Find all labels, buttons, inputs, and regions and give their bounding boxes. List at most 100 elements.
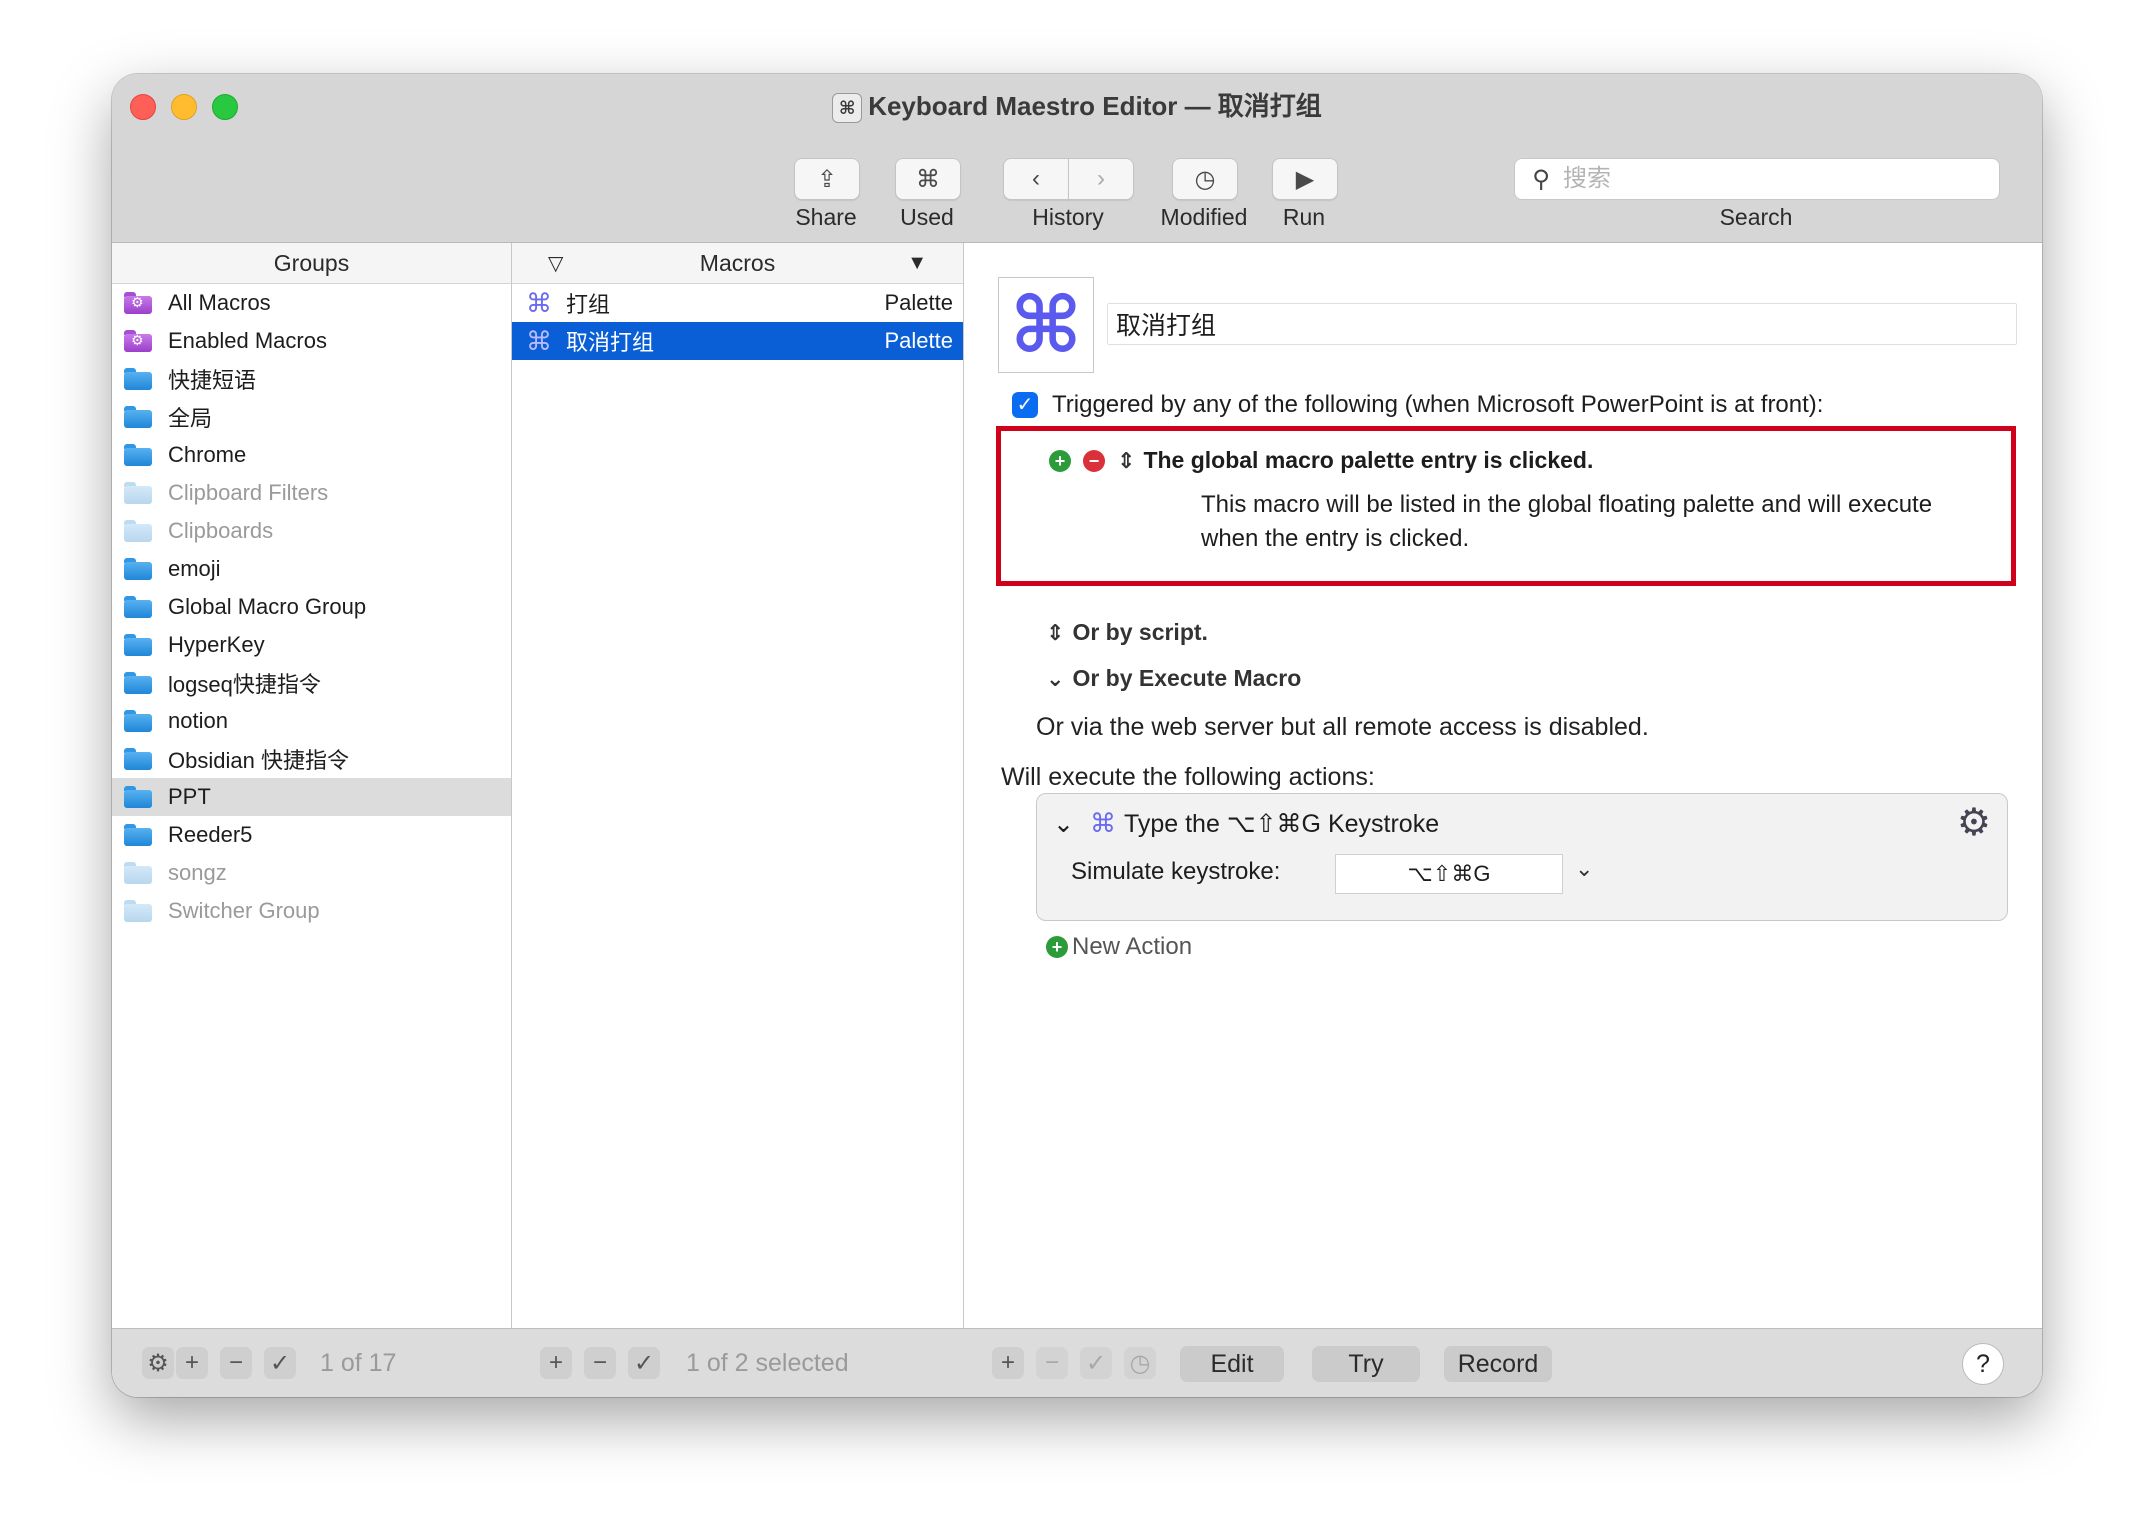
search-label: Search [1719,204,1793,230]
editor-window: ⌘ Keyboard Maestro Editor — 取消打组 ⇪ Share … [112,74,2042,1397]
updown-icon[interactable]: ⇕ [1117,448,1135,474]
group-item[interactable]: HyperKey [112,626,511,664]
chevron-down-icon: ⌄ [1046,665,1065,691]
chevron-down-icon[interactable]: ⌄ [1575,856,1593,882]
group-item[interactable]: Reeder5 [112,816,511,854]
history-forward-button[interactable]: › [1068,158,1134,200]
group-item[interactable]: All Macros [112,284,511,322]
smart-group-icon [124,292,152,314]
share-label: Share [795,204,857,230]
folder-icon [124,862,152,884]
modified-button[interactable]: ◷ [1172,158,1238,200]
filter-icon[interactable]: ▽ [548,251,563,276]
action-type-keystroke[interactable]: ⌄ ⌘ Type the ⌥⇧⌘G Keystroke ⚙ Simulate k… [1036,793,2008,921]
enable-group-button[interactable]: ✓ [264,1347,296,1379]
web-server-text: Or via the web server but all remote acc… [1036,713,1649,741]
record-button[interactable]: Record [1444,1346,1552,1382]
folder-icon [124,748,152,770]
clock-icon: ◷ [1194,165,1216,193]
group-item[interactable]: Switcher Group [112,892,511,930]
folder-icon [124,710,152,732]
or-script-row[interactable]: ⇕ Or by script. [1046,619,1208,646]
group-item[interactable]: Global Macro Group [112,588,511,626]
run-label: Run [1282,204,1326,230]
group-item[interactable]: emoji [112,550,511,588]
group-item[interactable]: notion [112,702,511,740]
group-item[interactable]: Clipboard Filters [112,474,511,512]
enable-macro-button[interactable]: ✓ [628,1347,660,1379]
updown-icon: ⇕ [1046,619,1065,645]
used-label: Used [900,204,954,230]
bottom-bar: ⚙ + − ✓ 1 of 17 + − ✓ 1 of 2 selected + … [112,1328,2042,1397]
sort-icon[interactable]: ▼ [907,252,927,275]
run-button[interactable]: ▶ [1272,158,1338,200]
used-button[interactable]: ⌘ [895,158,961,200]
command-icon: ⌘ [916,165,940,193]
folder-icon [124,520,152,542]
group-item[interactable]: 全局 [112,398,511,436]
folder-icon [124,786,152,808]
group-count: 1 of 17 [320,1349,397,1377]
groups-column: Groups All Macros Enabled Macros 快捷短语 全局… [112,243,512,1328]
edit-button[interactable]: Edit [1180,1346,1284,1382]
group-item[interactable]: 快捷短语 [112,360,511,398]
smart-group-icon [124,330,152,352]
search-field[interactable]: ⚲ [1514,158,2000,200]
macro-item-selected[interactable]: ⌘ 取消打组 Palette [512,322,963,360]
group-item[interactable]: songz [112,854,511,892]
folder-icon [124,368,152,390]
group-item[interactable]: Clipboards [112,512,511,550]
macro-icon[interactable]: ⌘ [998,277,1094,373]
add-action-button[interactable]: + [992,1347,1024,1379]
new-action-button[interactable]: + New Action [1046,933,1192,961]
help-button[interactable]: ? [1962,1343,2004,1385]
window-title: ⌘ Keyboard Maestro Editor — 取消打组 [112,86,2042,124]
keystroke-field[interactable]: ⌥⇧⌘G [1335,854,1563,894]
macros-header[interactable]: ▽ Macros ▼ [512,243,963,284]
folder-icon [124,900,152,922]
try-button[interactable]: Try [1312,1346,1420,1382]
groups-header[interactable]: Groups [112,243,511,284]
simulate-label: Simulate keystroke: [1071,858,1281,885]
gear-icon[interactable]: ⚙ [1957,800,1991,845]
gear-icon[interactable]: ⚙ [142,1347,174,1379]
remove-action-button[interactable]: − [1036,1347,1068,1379]
macros-column: ▽ Macros ▼ ⌘ 打组 Palette ⌘ 取消打组 Palette [512,243,964,1328]
enabled-checkbox[interactable]: ✓ [1012,392,1038,418]
search-input[interactable] [1561,164,1965,194]
folder-icon [124,444,152,466]
history-back-button[interactable]: ‹ [1003,158,1069,200]
app-icon: ⌘ [832,93,863,124]
group-item[interactable]: logseq快捷指令 [112,664,511,702]
command-icon: ⌘ [526,287,552,318]
chevron-down-icon[interactable]: ⌄ [1053,809,1074,839]
macro-name-field[interactable]: 取消打组 [1107,303,2017,345]
or-execute-row[interactable]: ⌄ Or by Execute Macro [1046,665,1301,692]
clock-icon[interactable]: ◷ [1124,1347,1156,1379]
enable-action-button[interactable]: ✓ [1080,1347,1112,1379]
modified-label: Modified [1160,204,1248,230]
folder-icon [124,672,152,694]
remove-trigger-icon[interactable]: − [1083,449,1105,472]
command-icon: ⌘ [1089,808,1116,838]
macro-count: 1 of 2 selected [686,1349,849,1377]
share-button[interactable]: ⇪ [794,158,860,200]
macro-item[interactable]: ⌘ 打组 Palette [512,284,963,322]
group-item-selected[interactable]: PPT [112,778,511,816]
command-icon: ⌘ [526,325,552,356]
add-group-button[interactable]: + [176,1347,208,1379]
search-icon: ⚲ [1532,165,1550,193]
remove-group-button[interactable]: − [220,1347,252,1379]
add-trigger-icon[interactable]: + [1049,449,1071,472]
group-item[interactable]: Chrome [112,436,511,474]
trigger-header: ✓ Triggered by any of the following (whe… [1012,391,1823,419]
add-macro-button[interactable]: + [540,1347,572,1379]
group-item[interactable]: Enabled Macros [112,322,511,360]
folder-icon [124,596,152,618]
folder-icon [124,406,152,428]
remove-macro-button[interactable]: − [584,1347,616,1379]
share-icon: ⇪ [816,165,838,193]
toolbar: ⌘ Keyboard Maestro Editor — 取消打组 ⇪ Share … [112,74,2042,243]
macro-editor: ⌘ 取消打组 ✓ Triggered by any of the followi… [964,243,2042,1328]
group-item[interactable]: Obsidian 快捷指令 [112,740,511,778]
